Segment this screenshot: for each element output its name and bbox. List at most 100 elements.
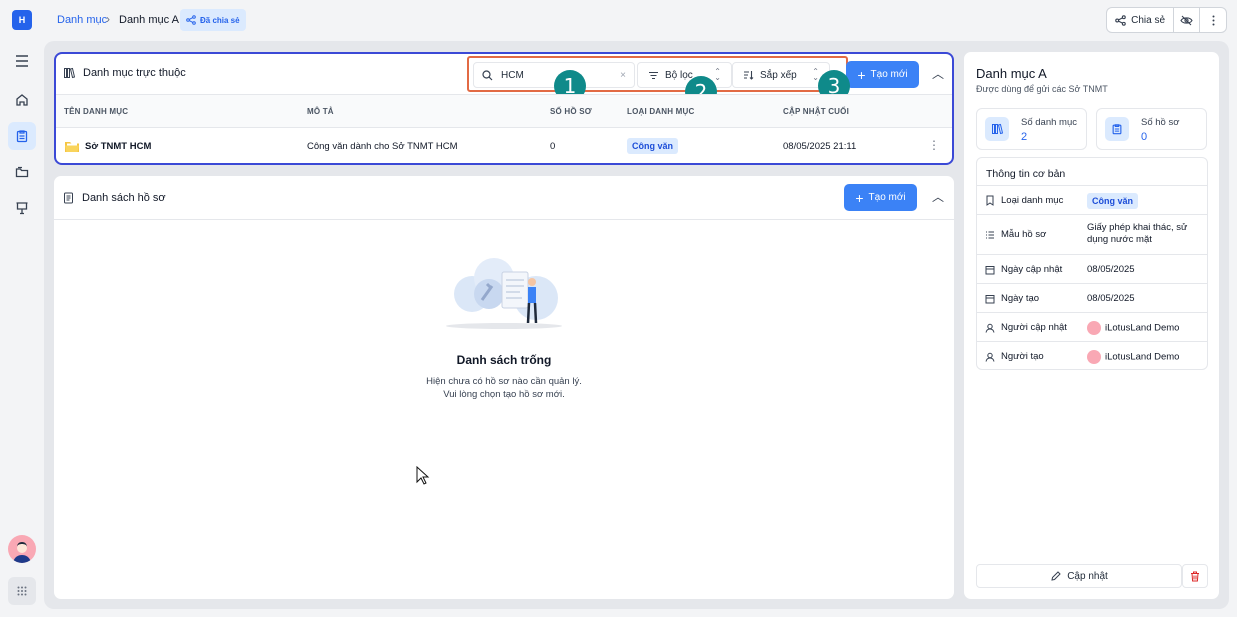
info-key-creator: Người tạo [985,351,1044,362]
clipboard-icon[interactable] [8,122,36,150]
update-button[interactable]: Cập nhật [976,564,1182,588]
column-header-count[interactable]: SỐ HỒ SƠ [550,107,592,116]
empty-illustration [446,258,562,329]
column-header-name[interactable]: TÊN DANH MỤC [64,107,128,116]
search-icon [482,69,493,80]
detail-title: Danh mục A [976,66,1047,81]
updater-name: iLotusLand Demo [1105,322,1180,334]
column-header-type[interactable]: LOẠI DANH MỤC [627,107,694,116]
info-creator-value[interactable]: iLotusLand Demo [1087,350,1179,364]
row-updated: 08/05/2025 21:11 [783,141,857,152]
info-key-updater: Người cập nhật [985,322,1067,333]
template-line-1: Giấy phép khai thác, sử [1087,222,1188,233]
row-type-tag: Công văn [627,138,679,154]
create-record-button[interactable]: + Tạo mới [844,184,917,211]
folder-open-icon [64,139,80,156]
sub-categories-header: Danh mục trực thuộc [63,67,186,79]
pencil-icon [1051,570,1061,581]
table-header: TÊN DANH MỤC MÔ TẢ SỐ HỒ SƠ LOẠI DANH MỤ… [56,94,952,128]
info-updated-value: 08/05/2025 [1087,264,1135,275]
row-more-icon[interactable]: ⋮ [928,138,940,152]
info-key-type: Loại danh mục [985,195,1063,206]
share-icon [1115,14,1126,26]
filter-label: Bộ lọc [665,69,693,81]
info-key-created: Ngày tạo [985,293,1039,304]
clear-search-icon[interactable]: × [620,70,626,81]
user-avatar[interactable] [8,535,36,563]
menu-icon[interactable] [8,47,36,75]
clipboard-icon [1105,117,1129,141]
app-logo[interactable]: H [12,10,32,30]
info-key-label: Người cập nhật [1001,322,1067,333]
stat-value[interactable]: 2 [1021,131,1027,143]
detail-panel: Danh mục A Được dùng để gửi các Sở TNMT … [963,51,1220,600]
create-label: Tạo mới [870,69,908,80]
bookmark-icon [986,195,994,206]
chevron-up-icon[interactable]: ︿ [932,188,944,205]
top-actions: Chia sẻ [1106,7,1227,33]
basic-info-title: Thông tin cơ bản [986,168,1066,180]
share-button[interactable]: Chia sẻ [1107,8,1174,32]
info-updater-value[interactable]: iLotusLand Demo [1087,321,1179,335]
info-key-label: Ngày tạo [1001,293,1040,304]
row-name[interactable]: Sở TNMT HCM [85,141,151,152]
eye-off-icon[interactable] [1174,8,1200,32]
list-icon [986,231,994,238]
trash-icon [1191,571,1199,581]
records-header: Danh sách hồ sơ [63,192,166,204]
calendar-icon [985,265,995,274]
top-bar: Danh mục › Danh mục A Đã chia sẻ Chia sẻ [44,0,1237,40]
sub-categories-panel: Danh mục trực thuộc HCM × Bộ lọc ⌃ ⌄ Sắp … [54,52,954,165]
stat-label: Số hồ sơ [1141,117,1180,128]
info-key-label: Người tạo [1001,351,1044,362]
empty-state-title: Danh sách trống [456,353,552,367]
create-label: Tạo mới [868,192,906,203]
empty-line-1: Hiện chưa có hồ sơ nào cần quản lý. [426,376,582,387]
table-row[interactable]: Sở TNMT HCM Công văn dành cho Sở TNMT HC… [56,128,952,164]
info-key-label: Mẫu hồ sơ [1001,229,1047,240]
more-vertical-icon[interactable] [1200,8,1226,32]
user-icon [985,323,995,333]
document-icon [64,192,73,204]
folder-icon[interactable] [8,158,36,186]
stat-label: Số danh mục [1021,117,1077,128]
info-row-created-date: Ngày tạo 08/05/2025 [977,283,1207,312]
apps-grid-icon[interactable] [8,577,36,605]
info-row-creator: Người tạo iLotusLand Demo [977,341,1207,370]
stat-value[interactable]: 0 [1141,131,1147,143]
mouse-cursor-icon [416,466,430,485]
breadcrumb-current: Danh mục A [119,14,179,26]
info-template-value: Giấy phép khai thác, sử dụng nước mặt [1087,222,1187,246]
column-header-description[interactable]: MÔ TẢ [307,107,334,116]
sort-label: Sắp xếp [760,69,797,81]
info-created-value: 08/05/2025 [1087,293,1135,304]
column-header-updated[interactable]: CẬP NHẬT CUỐI [783,107,849,116]
stat-records: Số hồ sơ 0 [1096,108,1207,150]
shared-badge[interactable]: Đã chia sẻ [180,9,246,31]
shared-label: Đã chia sẻ [200,15,240,25]
calendar-icon [985,294,995,303]
share-icon [186,15,196,25]
records-title: Danh sách hồ sơ [82,192,166,204]
filter-icon [649,71,658,79]
user-icon [985,352,995,362]
stat-categories: Số danh mục 2 [976,108,1087,150]
chevron-up-icon[interactable]: ︿ [932,65,944,82]
create-category-button[interactable]: + Tạo mới [846,61,919,88]
home-icon[interactable] [8,86,36,114]
filter-dropdown[interactable]: Bộ lọc ⌃ ⌄ [637,62,732,88]
chevron-up-down-icon: ⌃ ⌄ [714,67,721,82]
presentation-icon[interactable] [8,194,36,222]
breadcrumb-parent[interactable]: Danh mục [57,14,107,26]
records-panel: Danh sách hồ sơ + Tạo mới ︿ Danh sách tr… [53,175,955,600]
sort-dropdown[interactable]: Sắp xếp ⌃ ⌄ [732,62,830,88]
avatar [1087,321,1101,335]
share-label: Chia sẻ [1131,14,1165,26]
avatar [1087,350,1101,364]
update-label: Cập nhật [1067,570,1108,582]
row-count: 0 [550,141,556,152]
template-line-2: dụng nước mặt [1087,234,1152,245]
info-key-label: Loại danh mục [1001,195,1064,206]
info-key-updated: Ngày cập nhật [985,264,1062,275]
delete-button[interactable] [1182,564,1208,588]
